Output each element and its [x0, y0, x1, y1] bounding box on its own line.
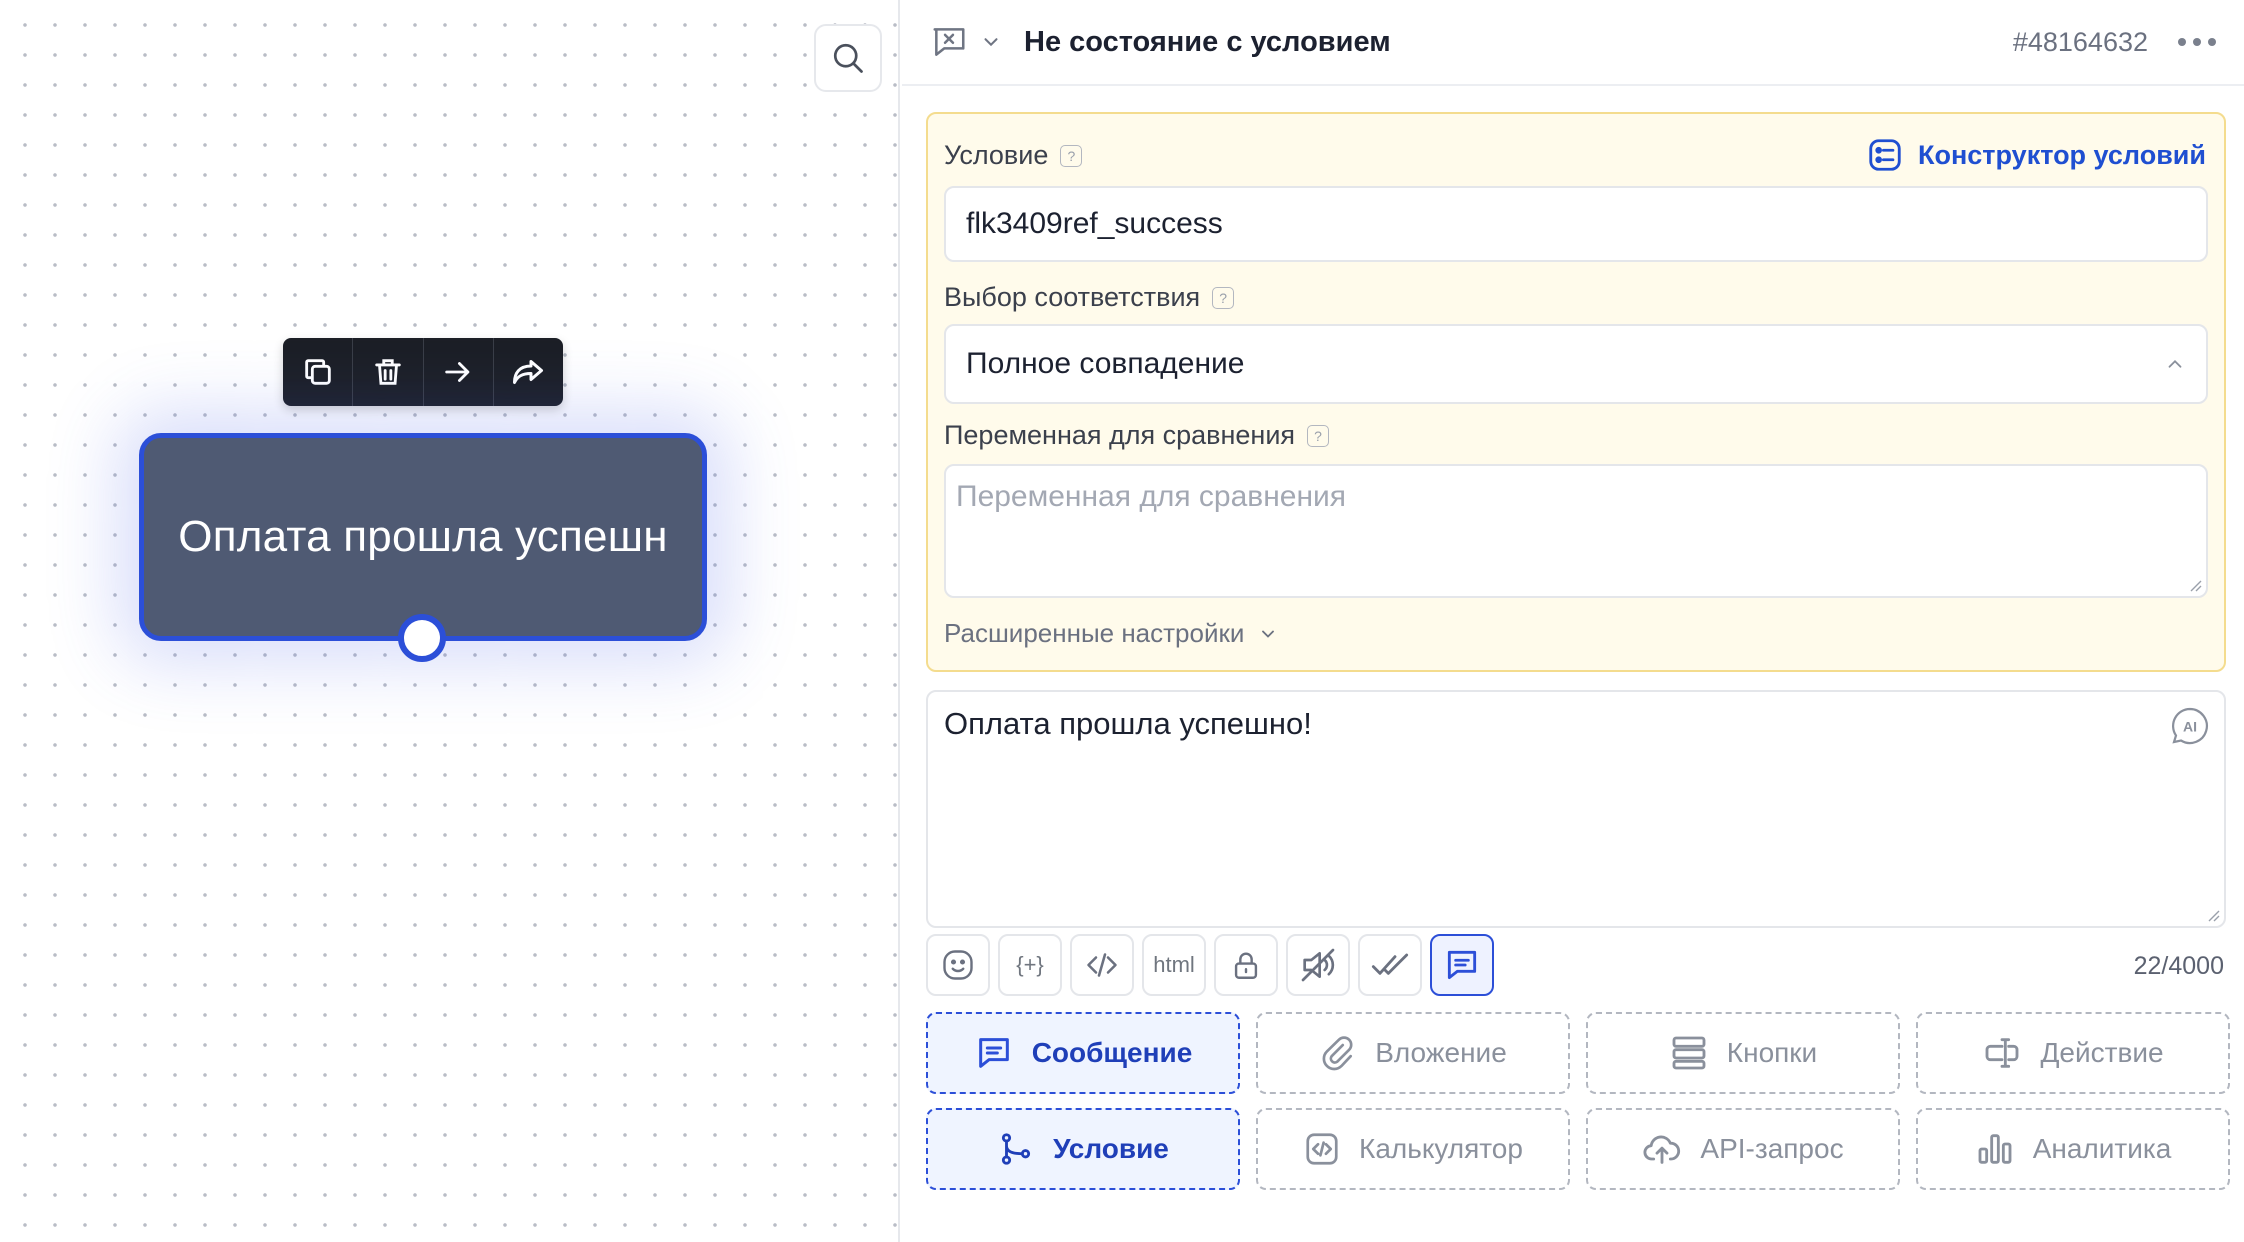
message-icon — [978, 1038, 1009, 1068]
code-button[interactable] — [1070, 934, 1134, 996]
html-icon: html — [1153, 952, 1195, 977]
emoji-button[interactable] — [926, 934, 990, 996]
search-icon — [833, 43, 863, 73]
lock-icon — [1234, 952, 1258, 979]
condition-message-icon[interactable] — [930, 23, 968, 61]
emoji-icon — [943, 950, 973, 980]
node-text: Оплата прошла успешн — [178, 512, 668, 561]
branch-icon — [1002, 1133, 1031, 1165]
more-icon[interactable] — [2178, 38, 2216, 46]
chevron-down-icon — [1262, 630, 1275, 638]
add-api-request-block-button[interactable]: API-запрос — [1586, 1108, 1900, 1190]
arrow-right-icon — [445, 362, 470, 382]
message-icon — [1447, 950, 1477, 980]
advanced-settings-toggle[interactable]: Расширенные настройки — [944, 618, 1278, 649]
condition-label: Условие ? — [944, 140, 1083, 171]
move-node-button[interactable] — [494, 338, 563, 406]
match-label: Выбор соответствия ? — [944, 282, 1235, 313]
help-icon[interactable]: ? — [1060, 144, 1083, 167]
action-icon — [1986, 1038, 2019, 1068]
compare-placeholder: Переменная для сравнения — [956, 480, 1347, 513]
add-attachment-block-button[interactable]: Вложение — [1256, 1012, 1570, 1094]
resize-handle-icon[interactable] — [2188, 578, 2202, 592]
node-id: #48164632 — [2012, 26, 2148, 57]
help-icon[interactable]: ? — [1307, 424, 1330, 447]
help-icon[interactable]: ? — [1212, 286, 1235, 309]
condition-input[interactable]: flk3409ref_success — [944, 186, 2208, 262]
svg-text:AI: AI — [2183, 719, 2197, 735]
condition-constructor-link[interactable]: Конструктор условий — [1866, 136, 2206, 174]
compare-textarea[interactable]: Переменная для сравнения — [944, 464, 2208, 598]
duplicate-node-button[interactable] — [283, 338, 354, 406]
copy-icon — [304, 359, 331, 385]
double-check-icon — [1371, 953, 1409, 975]
add-action-block-button[interactable]: Действие — [1916, 1012, 2230, 1094]
trash-icon — [375, 359, 401, 385]
match-select[interactable]: Полное совпадение — [944, 324, 2208, 404]
silent-button[interactable] — [1286, 934, 1350, 996]
condition-box: Условие ? Конструктор условий flk3409ref… — [926, 112, 2226, 672]
buttons-icon — [1672, 1036, 1706, 1070]
protect-button[interactable] — [1214, 934, 1278, 996]
chart-icon — [1978, 1134, 2012, 1164]
message-text: Оплата прошла успешно! — [944, 706, 1312, 741]
add-message-block-button[interactable]: Сообщение — [926, 1012, 1240, 1094]
node-output-port[interactable] — [398, 614, 446, 662]
code-icon — [1306, 1133, 1338, 1165]
compare-label: Переменная для сравнения ? — [944, 420, 1330, 451]
connect-node-button[interactable] — [424, 338, 494, 406]
variable-button[interactable]: {+} — [998, 934, 1062, 996]
delete-node-button[interactable] — [353, 338, 424, 406]
ai-icon: AI — [2172, 707, 2208, 745]
cloud-upload-icon — [1643, 1135, 1681, 1164]
attachment-icon — [1322, 1036, 1353, 1071]
sound-off-icon — [1301, 948, 1335, 982]
list-icon — [1869, 139, 1901, 171]
canvas-search-button[interactable] — [814, 24, 882, 92]
html-button[interactable]: html — [1142, 934, 1206, 996]
panel-header: Не состояние с условием #48164632 — [902, 0, 2244, 86]
add-condition-block-button[interactable]: Условие — [926, 1108, 1240, 1190]
code-icon — [1087, 953, 1117, 977]
add-calculator-block-button[interactable]: Калькулятор — [1256, 1108, 1570, 1190]
share-icon — [513, 360, 544, 384]
chevron-down-icon[interactable] — [980, 31, 1002, 53]
settings-panel: Не состояние с условием #48164632 Услови… — [902, 0, 2244, 1242]
read-receipt-button[interactable] — [1358, 934, 1422, 996]
message-mode-button[interactable] — [1430, 934, 1494, 996]
add-analytics-block-button[interactable]: Аналитика — [1916, 1108, 2230, 1190]
message-textarea[interactable]: Оплата прошла успешно! AI — [926, 690, 2226, 928]
flow-node[interactable]: Оплата прошла успешн — [139, 433, 707, 641]
panel-title: Не состояние с условием — [1024, 25, 1391, 58]
ai-assistant-button[interactable]: AI — [2170, 706, 2210, 754]
add-buttons-block-button[interactable]: Кнопки — [1586, 1012, 1900, 1094]
resize-handle-icon[interactable] — [2206, 908, 2220, 922]
char-counter: 22/4000 — [2133, 952, 2224, 980]
node-toolbar — [283, 338, 563, 406]
message-toolbar: {+} html — [926, 934, 1494, 996]
chevron-up-icon — [2164, 353, 2186, 375]
variable-icon: {+} — [1016, 952, 1044, 977]
flow-canvas[interactable]: Оплата прошла успешн — [0, 0, 900, 1242]
